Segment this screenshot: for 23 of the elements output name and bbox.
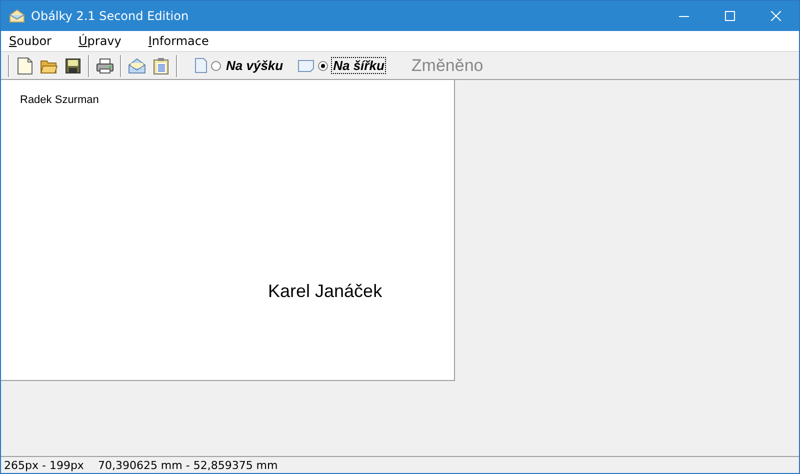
landscape-page-icon [298,60,314,72]
menu-item[interactable]: Informace [140,34,218,48]
radio-label[interactable]: Na šířku [332,58,386,73]
portrait-page-icon [195,58,207,73]
window-title: Obálky 2.1 Second Edition [31,9,190,23]
maximize-icon[interactable] [725,11,735,21]
envelope-icon [9,9,25,23]
recipient-address: Karel Janáček [268,281,382,302]
menu-item[interactable]: Úpravy [70,34,130,48]
folder-icon[interactable] [40,58,58,74]
pixel-size: 265px - 199px [4,458,84,472]
millimeter-size: 70,390625 mm - 52,859375 mm [98,458,278,472]
new-file-icon[interactable] [17,56,33,74]
envelope-icon[interactable] [128,58,146,74]
radio-button[interactable] [211,60,221,70]
radio-label[interactable]: Na výšku [225,58,284,73]
sender-address: Radek Szurman [20,94,99,106]
radio-button[interactable] [318,60,328,70]
close-icon[interactable] [771,11,781,21]
clipboard-list-icon[interactable] [153,56,169,74]
menu-item[interactable]: Soubor [1,34,60,48]
modified-label: Změněno [411,56,484,76]
printer-icon[interactable] [96,58,114,74]
